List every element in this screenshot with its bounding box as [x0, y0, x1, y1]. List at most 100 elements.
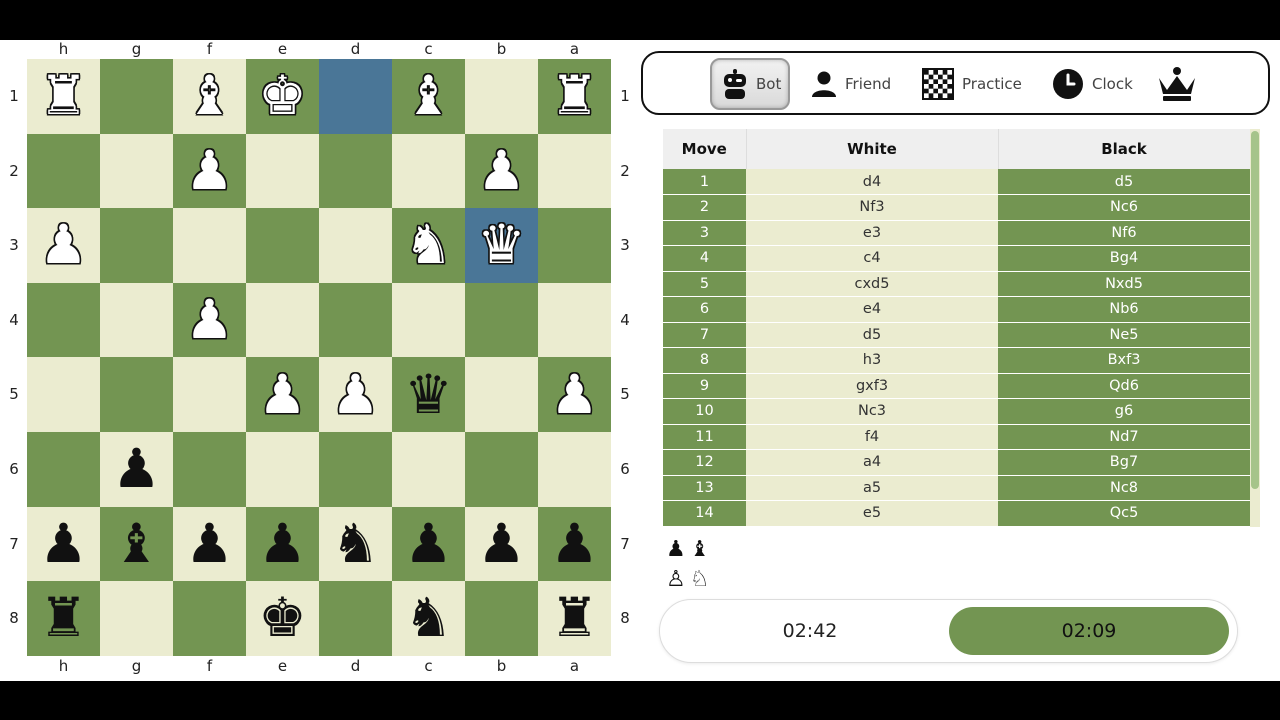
square-e2[interactable]	[246, 133, 319, 209]
black-knight-d7[interactable]: ♞	[331, 516, 379, 571]
white-bishop-f1[interactable]: ♝	[185, 69, 233, 123]
square-b8[interactable]	[465, 581, 538, 656]
black-queen-c5[interactable]: ♛	[404, 367, 452, 422]
black-pawn-c7[interactable]: ♟	[404, 516, 452, 571]
practice-mode-button[interactable]: Practice	[922, 58, 1022, 110]
chess-board[interactable]: ♜ ♝ ♚ ♝ ♜ ♟ ♟ ♟ ♞ ♛ ♟ ♟ ♟ ♛ ♟ ♟ ♟ ♝ ♟ ♟ ♞ ♟ ♟ ♟ ♜ ♚ ♞ ♜	[27, 59, 611, 656]
square-h8[interactable]: ♜	[27, 581, 100, 656]
black-pawn-f7[interactable]: ♟	[185, 516, 233, 571]
black-pawn-b7[interactable]: ♟	[477, 516, 525, 571]
square-a3[interactable]	[538, 208, 611, 283]
square-d3[interactable]	[319, 208, 392, 283]
white-knight-c3[interactable]: ♞	[404, 218, 452, 272]
square-d4[interactable]	[319, 282, 392, 358]
square-b5[interactable]	[465, 357, 538, 432]
square-h4[interactable]	[27, 282, 100, 358]
square-b3[interactable]: ♛	[465, 208, 538, 283]
black-king-e8[interactable]: ♚	[258, 591, 306, 645]
square-b1[interactable]	[465, 59, 538, 134]
square-g3[interactable]	[100, 208, 173, 283]
square-a7[interactable]: ♟	[538, 506, 611, 582]
square-h5[interactable]	[27, 357, 100, 432]
white-rook-h1[interactable]: ♜	[39, 69, 87, 123]
square-c8[interactable]: ♞	[392, 581, 465, 656]
square-f7[interactable]: ♟	[173, 506, 246, 582]
white-king-e1[interactable]: ♚	[258, 69, 306, 123]
square-a1[interactable]: ♜	[538, 59, 611, 134]
square-b2[interactable]: ♟	[465, 133, 538, 209]
white-pawn-h3[interactable]: ♟	[39, 218, 87, 272]
square-e6[interactable]	[246, 431, 319, 507]
square-a5[interactable]: ♟	[538, 357, 611, 432]
square-f5[interactable]	[173, 357, 246, 432]
square-d8[interactable]	[319, 581, 392, 656]
square-b4[interactable]	[465, 282, 538, 358]
black-rook-a8[interactable]: ♜	[550, 591, 598, 645]
square-h1[interactable]: ♜	[27, 59, 100, 134]
square-e1[interactable]: ♚	[246, 59, 319, 134]
square-c1[interactable]: ♝	[392, 59, 465, 134]
square-e8[interactable]: ♚	[246, 581, 319, 656]
square-d6[interactable]	[319, 431, 392, 507]
square-d7[interactable]: ♞	[319, 506, 392, 582]
square-g6[interactable]: ♟	[100, 431, 173, 507]
black-pawn-g6[interactable]: ♟	[112, 442, 160, 496]
square-b6[interactable]	[465, 431, 538, 507]
square-f3[interactable]	[173, 208, 246, 283]
square-g7[interactable]: ♝	[100, 506, 173, 582]
square-g5[interactable]	[100, 357, 173, 432]
square-a2[interactable]	[538, 133, 611, 209]
white-pawn-f4[interactable]: ♟	[185, 293, 233, 347]
white-queen-b3[interactable]: ♛	[477, 218, 525, 272]
move-history-panel[interactable]: Move White Black 1 d4 d5 2 Nf3 Nc6 3 e3 Nf6 4 c4 Bg…	[663, 129, 1260, 527]
square-c4[interactable]	[392, 282, 465, 358]
square-f6[interactable]	[173, 431, 246, 507]
square-a6[interactable]	[538, 431, 611, 507]
square-c6[interactable]	[392, 431, 465, 507]
black-knight-c8[interactable]: ♞	[404, 591, 452, 645]
square-f2[interactable]: ♟	[173, 133, 246, 209]
square-d2[interactable]	[319, 133, 392, 209]
white-bishop-c1[interactable]: ♝	[404, 69, 452, 123]
white-pawn-e5[interactable]: ♟	[258, 367, 306, 422]
square-e7[interactable]: ♟	[246, 506, 319, 582]
friend-mode-button[interactable]: Friend	[811, 58, 891, 110]
square-c7[interactable]: ♟	[392, 506, 465, 582]
square-h3[interactable]: ♟	[27, 208, 100, 283]
square-e4[interactable]	[246, 282, 319, 358]
white-pawn-f2[interactable]: ♟	[185, 143, 233, 198]
clock-mode-button[interactable]: Clock	[1052, 58, 1133, 110]
square-e3[interactable]	[246, 208, 319, 283]
black-pawn-h7[interactable]: ♟	[39, 516, 87, 571]
black-bishop-g7[interactable]: ♝	[112, 516, 160, 571]
square-g2[interactable]	[100, 133, 173, 209]
square-h7[interactable]: ♟	[27, 506, 100, 582]
square-g8[interactable]	[100, 581, 173, 656]
white-pawn-b2[interactable]: ♟	[477, 143, 525, 198]
black-pawn-a7[interactable]: ♟	[550, 516, 598, 571]
square-c2[interactable]	[392, 133, 465, 209]
white-rook-a1[interactable]: ♜	[550, 69, 598, 123]
square-h2[interactable]	[27, 133, 100, 209]
square-a4[interactable]	[538, 282, 611, 358]
square-b7[interactable]: ♟	[465, 506, 538, 582]
white-pawn-d5[interactable]: ♟	[331, 367, 379, 422]
square-h6[interactable]	[27, 431, 100, 507]
square-a8[interactable]: ♜	[538, 581, 611, 656]
square-c3[interactable]: ♞	[392, 208, 465, 283]
bot-mode-button[interactable]: Bot	[710, 58, 790, 110]
square-e5[interactable]: ♟	[246, 357, 319, 432]
square-g4[interactable]	[100, 282, 173, 358]
black-rook-h8[interactable]: ♜	[39, 591, 87, 645]
square-f8[interactable]	[173, 581, 246, 656]
square-g1[interactable]	[100, 59, 173, 134]
square-d1[interactable]	[319, 59, 392, 134]
black-pawn-e7[interactable]: ♟	[258, 516, 306, 571]
crown-logo-button[interactable]	[1157, 58, 1205, 110]
square-d5[interactable]: ♟	[319, 357, 392, 432]
white-pawn-a5[interactable]: ♟	[550, 367, 598, 422]
square-c5[interactable]: ♛	[392, 357, 465, 432]
move-table-scrollbar[interactable]	[1250, 129, 1260, 527]
scrollbar-thumb[interactable]	[1251, 131, 1259, 489]
square-f4[interactable]: ♟	[173, 282, 246, 358]
